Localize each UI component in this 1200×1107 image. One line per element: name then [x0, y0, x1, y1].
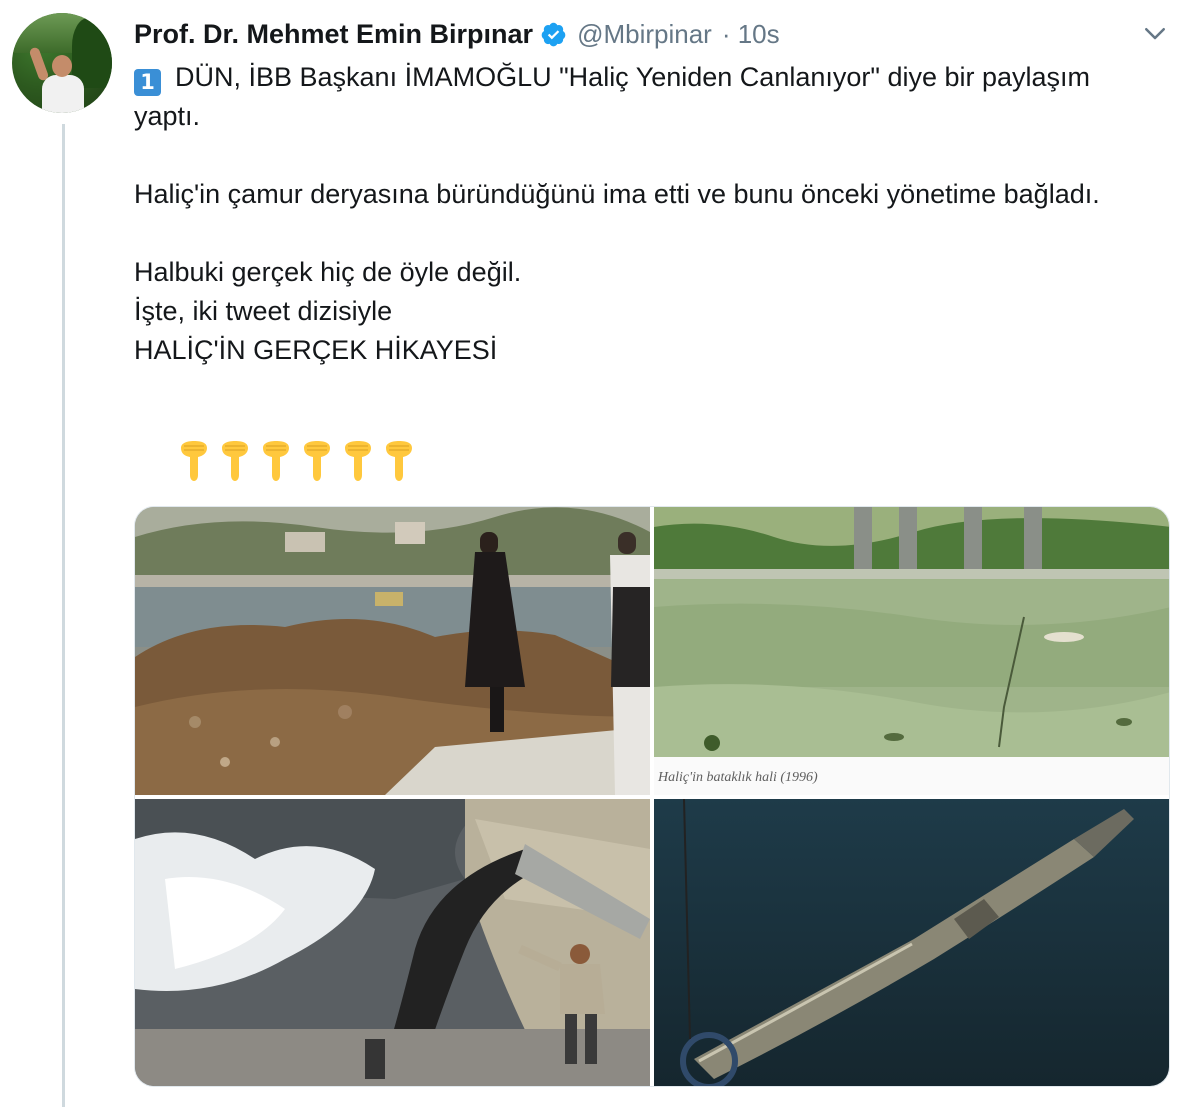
- emoji-row: [178, 440, 415, 490]
- media-grid: Haliç'in bataklık hali (1996): [134, 506, 1170, 1087]
- tweet-header: Prof. Dr. Mehmet Emin Birpınar @Mbirpina…: [134, 14, 780, 54]
- pointing-down-icon: [178, 440, 210, 484]
- author-handle[interactable]: @Mbirpinar: [577, 19, 712, 50]
- photo-caption: Haliç'in bataklık hali (1996): [658, 770, 818, 785]
- pointing-down-icon: [260, 440, 292, 484]
- chevron-down-icon[interactable]: [1140, 18, 1170, 48]
- media-photo-1[interactable]: [135, 507, 650, 795]
- media-photo-4[interactable]: [654, 799, 1169, 1086]
- media-photo-3[interactable]: [135, 799, 650, 1086]
- pointing-down-icon: [342, 440, 374, 484]
- tweet-line-4: İşte, iki tweet dizisiyle: [134, 296, 393, 326]
- tweet-timestamp[interactable]: · 10s: [722, 19, 780, 50]
- verified-badge-icon: [540, 21, 567, 48]
- pointing-down-icon: [219, 440, 251, 484]
- tweet: Prof. Dr. Mehmet Emin Birpınar @Mbirpina…: [0, 0, 1200, 1107]
- tweet-line-2: Haliç'in çamur deryasına büründüğünü ima…: [134, 179, 1100, 209]
- author-name[interactable]: Prof. Dr. Mehmet Emin Birpınar: [134, 19, 533, 50]
- tweet-line-5: HALİÇ'İN GERÇEK HİKAYESİ: [134, 335, 498, 365]
- tweet-text: 1 DÜN, İBB Başkanı İMAMOĞLU "Haliç Yenide…: [134, 58, 1144, 370]
- pointing-down-icon: [301, 440, 333, 484]
- tweet-line-1: DÜN, İBB Başkanı İMAMOĞLU "Haliç Yeniden…: [134, 62, 1091, 131]
- pointing-down-icon: [383, 440, 415, 484]
- thread-connector-line: [62, 124, 65, 1107]
- media-photo-2[interactable]: Haliç'in bataklık hali (1996): [654, 507, 1169, 795]
- keycap-number-icon: 1: [134, 69, 161, 96]
- author-avatar[interactable]: [12, 13, 112, 113]
- tweet-line-3: Halbuki gerçek hiç de öyle değil.: [134, 257, 522, 287]
